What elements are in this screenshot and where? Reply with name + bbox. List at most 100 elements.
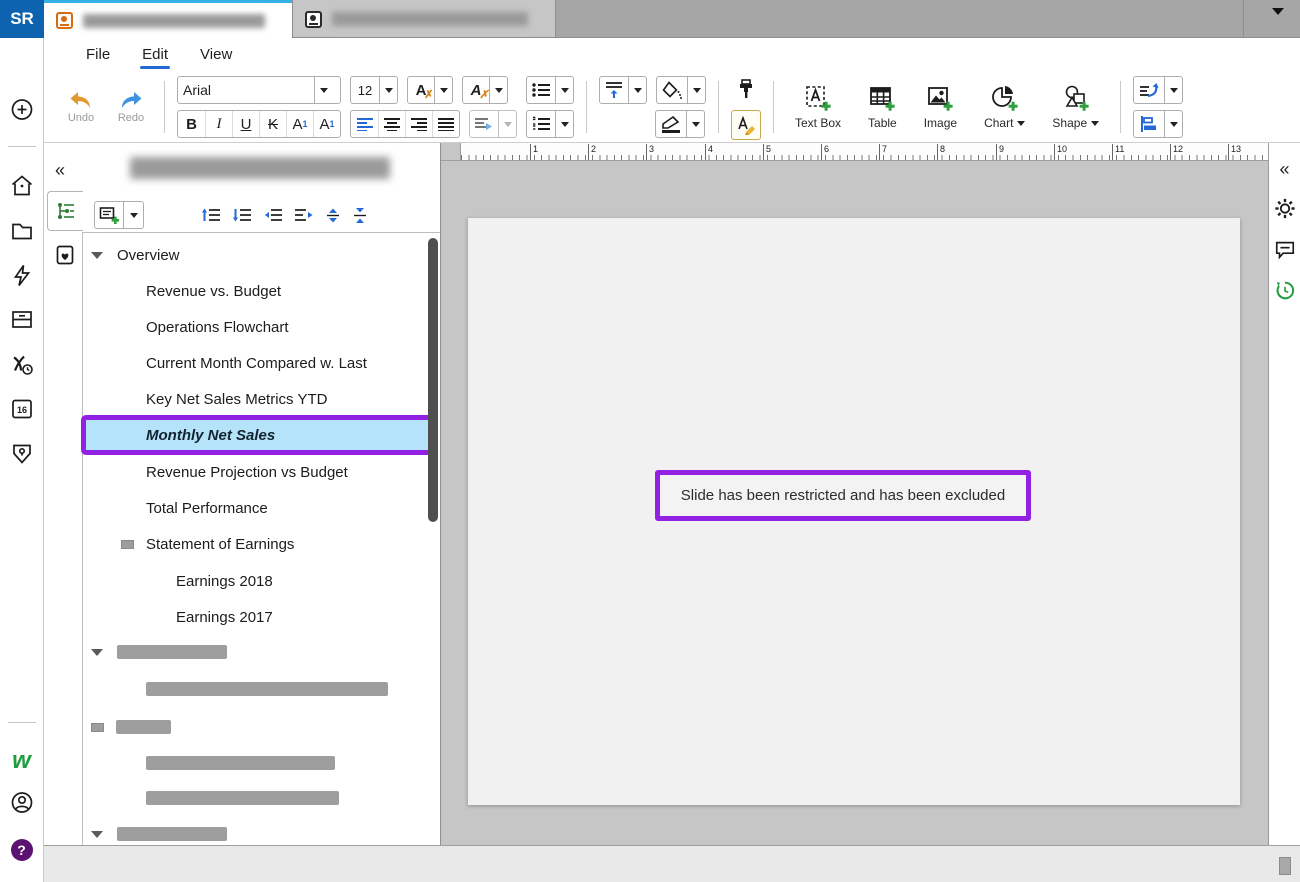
- align-right-button[interactable]: [405, 111, 432, 137]
- numbered-list-button[interactable]: [526, 110, 574, 138]
- favorites-view-tab[interactable]: [50, 239, 80, 271]
- outline-item[interactable]: Overview: [83, 237, 426, 273]
- insert-image-button[interactable]: Image: [915, 75, 966, 139]
- document-tab-inactive[interactable]: [292, 0, 556, 38]
- outline-item[interactable]: Operations Flowchart: [83, 309, 426, 345]
- home-icon[interactable]: [10, 174, 34, 203]
- outline-item-redacted[interactable]: [83, 671, 426, 707]
- insert-text-box-button[interactable]: Text Box: [786, 75, 850, 139]
- comments-icon[interactable]: [1274, 239, 1296, 266]
- version-history-icon[interactable]: [1274, 280, 1296, 307]
- help-button[interactable]: ?: [11, 839, 33, 861]
- menu-file[interactable]: File: [74, 40, 122, 72]
- align-objects-button[interactable]: [1133, 110, 1183, 138]
- fill-color-dropdown[interactable]: [687, 77, 705, 103]
- collapse-all-icon[interactable]: [353, 207, 367, 224]
- outline-item-redacted[interactable]: [83, 780, 426, 816]
- outline-item-redacted[interactable]: [83, 709, 426, 745]
- align-left-button[interactable]: [351, 111, 378, 137]
- insert-chart-button[interactable]: Chart: [975, 75, 1034, 139]
- underline-button[interactable]: U: [232, 111, 259, 137]
- arrange-dropdown[interactable]: [1164, 77, 1182, 103]
- arrange-button[interactable]: [1133, 76, 1183, 104]
- undo-icon: [69, 91, 93, 109]
- line-spacing-button[interactable]: [599, 76, 647, 104]
- function-history-icon[interactable]: [10, 353, 34, 382]
- expand-right-panel-button[interactable]: «: [1279, 160, 1289, 180]
- subscript-button[interactable]: A1: [313, 111, 340, 137]
- outline-view-tab[interactable]: [47, 191, 83, 231]
- strikethrough-button[interactable]: K: [259, 111, 286, 137]
- collapse-triangle-icon[interactable]: [91, 831, 103, 838]
- italic-button[interactable]: I: [205, 111, 232, 137]
- outline-item[interactable]: Earnings 2018: [83, 563, 426, 599]
- new-document-button[interactable]: [10, 98, 34, 127]
- highlight-color-dropdown[interactable]: [489, 77, 507, 103]
- outline-item[interactable]: Key Net Sales Metrics YTD: [83, 381, 426, 417]
- outline-item[interactable]: Revenue Projection vs Budget: [83, 454, 426, 490]
- idea-tag-icon[interactable]: [10, 442, 34, 471]
- font-size-dropdown[interactable]: [379, 77, 397, 103]
- superscript-button[interactable]: A1: [286, 111, 313, 137]
- outline-color-button[interactable]: [655, 110, 705, 138]
- move-slide-up-icon[interactable]: [202, 207, 220, 223]
- character-format-button[interactable]: [731, 110, 761, 140]
- demote-item-icon[interactable]: [295, 207, 313, 223]
- account-icon[interactable]: [10, 791, 34, 820]
- format-painter-button[interactable]: [731, 74, 761, 104]
- outline-item[interactable]: Statement of Earnings: [83, 526, 426, 562]
- files-folder-icon[interactable]: [10, 219, 34, 248]
- redo-button[interactable]: Redo: [110, 91, 152, 124]
- indent-button[interactable]: [469, 110, 517, 138]
- document-tab-active[interactable]: [44, 0, 292, 38]
- line-spacing-dropdown[interactable]: [628, 77, 646, 103]
- outline-item[interactable]: Earnings 2017: [83, 599, 426, 635]
- collapsed-marker-icon[interactable]: [121, 540, 134, 549]
- insert-table-button[interactable]: Table: [859, 75, 906, 139]
- bullet-list-dropdown[interactable]: [555, 77, 573, 103]
- outline-item[interactable]: Total Performance: [83, 490, 426, 526]
- collapse-triangle-icon[interactable]: [91, 649, 103, 656]
- fill-color-button[interactable]: [656, 76, 706, 104]
- font-name-select[interactable]: Arial: [177, 76, 341, 104]
- outline-item-selected[interactable]: Monthly Net Sales: [81, 415, 433, 455]
- scroll-handle[interactable]: [1279, 857, 1291, 875]
- new-slide-button[interactable]: [94, 201, 144, 229]
- settings-gear-icon[interactable]: [1274, 198, 1296, 225]
- outline-item[interactable]: Revenue vs. Budget: [83, 273, 426, 309]
- new-slide-dropdown[interactable]: [123, 202, 143, 228]
- outline-scrollbar[interactable]: [428, 238, 438, 522]
- tab-overflow-icon[interactable]: [1272, 15, 1284, 33]
- font-color-dropdown[interactable]: [434, 77, 452, 103]
- promote-item-icon[interactable]: [264, 207, 282, 223]
- outline-item-redacted[interactable]: [83, 745, 426, 781]
- collapse-panel-button[interactable]: «: [55, 161, 65, 181]
- quick-actions-bolt-icon[interactable]: [10, 264, 34, 293]
- move-slide-down-icon[interactable]: [233, 207, 251, 223]
- font-name-dropdown[interactable]: [314, 77, 332, 103]
- highlight-color-button[interactable]: A✗: [462, 76, 508, 104]
- numbered-list-dropdown[interactable]: [555, 111, 573, 137]
- menu-view[interactable]: View: [188, 40, 244, 72]
- slide[interactable]: Slide has been restricted and has been e…: [468, 218, 1240, 805]
- undo-button[interactable]: Undo: [60, 91, 102, 124]
- bold-button[interactable]: B: [178, 111, 205, 137]
- calendar-icon[interactable]: 16: [10, 397, 34, 426]
- font-color-button[interactable]: A✗: [407, 76, 453, 104]
- outline-item[interactable]: Current Month Compared w. Last: [83, 345, 426, 381]
- outline-item-redacted[interactable]: [83, 634, 426, 670]
- align-center-button[interactable]: [378, 111, 405, 137]
- archive-box-icon[interactable]: [10, 308, 34, 337]
- align-objects-dropdown[interactable]: [1164, 111, 1182, 137]
- bullet-list-button[interactable]: [526, 76, 574, 104]
- expand-all-icon[interactable]: [326, 207, 340, 224]
- brush-icon: [661, 115, 681, 133]
- align-justify-button[interactable]: [432, 111, 459, 137]
- indent-dropdown[interactable]: [498, 111, 516, 137]
- collapsed-marker-icon[interactable]: [91, 723, 104, 732]
- menu-edit[interactable]: Edit: [130, 40, 180, 72]
- collapse-triangle-icon[interactable]: [91, 252, 103, 259]
- insert-shape-button[interactable]: Shape: [1043, 75, 1108, 139]
- outline-color-dropdown[interactable]: [686, 111, 704, 137]
- font-size-select[interactable]: 12: [350, 76, 398, 104]
